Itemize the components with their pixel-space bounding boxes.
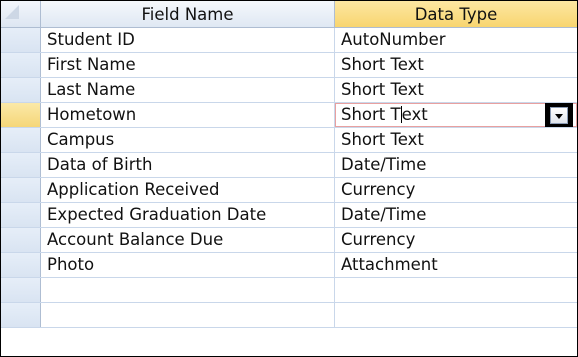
data-type-cell[interactable]: Date/Time [335,153,577,177]
table-row-current: Hometown Short Text [1,103,577,128]
row-selector[interactable] [1,53,41,77]
table-row: Application Received Currency [1,178,577,203]
table-row: Account Balance Due Currency [1,228,577,253]
field-name-cell[interactable]: Student ID [41,28,335,52]
table-row-empty [1,303,577,328]
data-type-text-after-caret: ext [401,105,428,124]
table-design-grid-frame: Field Name Data Type Student ID AutoNumb… [0,0,578,357]
data-type-dropdown-button[interactable] [545,103,573,127]
table-row: Data of Birth Date/Time [1,153,577,178]
row-selector[interactable] [1,153,41,177]
table-row: Photo Attachment [1,253,577,278]
field-name-cell[interactable]: Photo [41,253,335,277]
data-type-cell[interactable]: Short Text [335,128,577,152]
dropdown-button-face [550,107,568,124]
column-header-field-name[interactable]: Field Name [41,1,335,27]
column-header-data-type[interactable]: Data Type [335,1,577,27]
row-selector[interactable] [1,203,41,227]
row-selector[interactable] [1,228,41,252]
field-name-cell[interactable]: Campus [41,128,335,152]
field-name-cell[interactable]: Account Balance Due [41,228,335,252]
row-selector-current[interactable] [1,103,41,127]
data-type-text-before-caret: Short T [341,105,401,124]
table-row: Last Name Short Text [1,78,577,103]
data-type-cell-empty[interactable] [335,303,577,327]
data-type-cell[interactable]: Currency [335,228,577,252]
data-type-cell[interactable]: Date/Time [335,203,577,227]
field-name-cell-empty[interactable] [41,278,335,302]
data-type-cell[interactable]: Short Text [335,53,577,77]
table-row: Expected Graduation Date Date/Time [1,203,577,228]
row-selector[interactable] [1,303,41,327]
row-selector[interactable] [1,128,41,152]
grid-header-row: Field Name Data Type [1,1,577,28]
select-all-corner[interactable] [1,1,41,27]
chevron-down-icon [555,113,563,119]
table-row: First Name Short Text [1,53,577,78]
table-row: Student ID AutoNumber [1,28,577,53]
row-selector[interactable] [1,78,41,102]
field-name-cell[interactable]: Data of Birth [41,153,335,177]
row-selector[interactable] [1,278,41,302]
table-row-empty [1,278,577,303]
field-name-cell-empty[interactable] [41,303,335,327]
field-name-cell[interactable]: Expected Graduation Date [41,203,335,227]
field-name-cell[interactable]: Hometown [41,103,335,127]
field-name-cell[interactable]: First Name [41,53,335,77]
select-all-corner-icon [5,5,19,19]
field-name-cell[interactable]: Last Name [41,78,335,102]
table-row: Campus Short Text [1,128,577,153]
data-type-cell[interactable]: Short Text [335,78,577,102]
row-selector[interactable] [1,253,41,277]
row-selector[interactable] [1,178,41,202]
data-type-cell[interactable]: Currency [335,178,577,202]
row-selector[interactable] [1,28,41,52]
data-type-combo[interactable]: Short Text [335,103,577,127]
field-name-cell[interactable]: Application Received [41,178,335,202]
data-type-cell[interactable]: AutoNumber [335,28,577,52]
table-design-grid: Field Name Data Type Student ID AutoNumb… [1,1,577,328]
data-type-cell-empty[interactable] [335,278,577,302]
data-type-cell[interactable]: Attachment [335,253,577,277]
